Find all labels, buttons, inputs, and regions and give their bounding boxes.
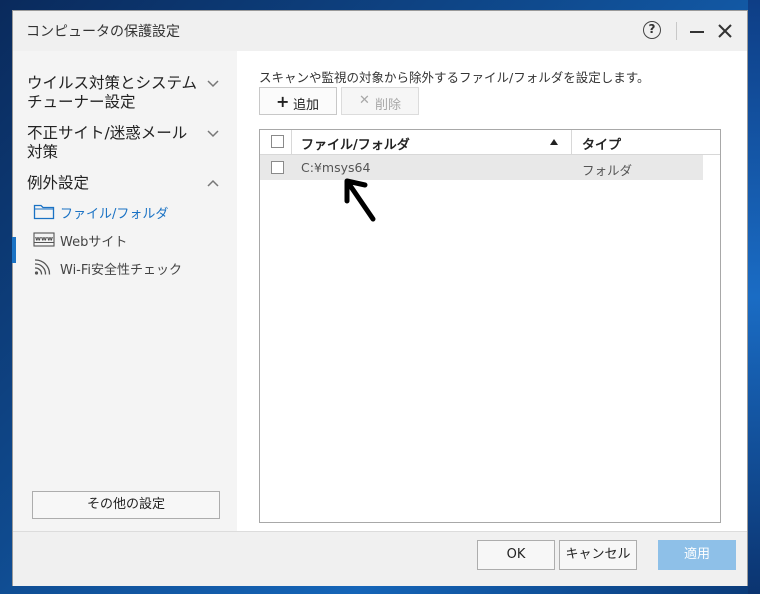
wifi-icon xyxy=(34,259,51,275)
desktop-background xyxy=(748,0,760,594)
window-title: コンピュータの保護設定 xyxy=(26,24,180,40)
table-row[interactable]: C:¥msys64 フォルダ xyxy=(260,155,703,180)
delete-x-icon: ✕ xyxy=(359,93,370,108)
sidebar-group-label: 対策 xyxy=(27,143,59,161)
column-divider xyxy=(571,130,572,154)
title-bar-divider xyxy=(676,22,677,40)
svg-text:www: www xyxy=(35,235,53,243)
minimize-button[interactable] xyxy=(690,31,704,33)
annotation-arrow-icon xyxy=(344,178,376,222)
close-icon[interactable] xyxy=(716,22,734,40)
title-bar: コンピュータの保護設定 ? xyxy=(13,11,747,52)
add-button[interactable]: + 追加 xyxy=(259,87,337,115)
select-all-checkbox[interactable] xyxy=(271,135,284,148)
row-checkbox[interactable] xyxy=(271,161,284,174)
table-header: ファイル/フォルダ タイプ xyxy=(260,130,720,155)
column-header-path[interactable]: ファイル/フォルダ xyxy=(301,134,410,153)
folder-icon xyxy=(33,204,55,220)
apply-button[interactable]: 適用 xyxy=(658,540,736,570)
add-button-label: 追加 xyxy=(293,98,320,113)
www-icon: www xyxy=(33,232,55,247)
delete-button[interactable]: ✕ 削除 xyxy=(341,87,419,115)
sidebar-group-label: 不正サイト/迷惑メール xyxy=(27,124,188,142)
sidebar: ウイルス対策とシステム チューナー設定 不正サイト/迷惑メール 対策 例外設定 … xyxy=(12,51,238,531)
chevron-down-icon[interactable] xyxy=(207,80,219,88)
sidebar-group-label: ウイルス対策とシステム xyxy=(27,74,198,92)
sidebar-item-label: Wi-Fi安全性チェック xyxy=(60,263,183,278)
sidebar-group-label: チューナー設定 xyxy=(27,93,136,111)
active-item-indicator xyxy=(12,237,16,263)
protection-settings-dialog: コンピュータの保護設定 ? ウイルス対策とシステム チューナー設定 不正サイト/… xyxy=(12,10,748,586)
main-panel: スキャンや監視の対象から除外するファイル/フォルダを設定します。 + 追加 ✕ … xyxy=(237,51,747,531)
ok-button[interactable]: OK xyxy=(477,540,555,570)
dialog-footer: OK キャンセル 適用 xyxy=(13,531,747,586)
other-settings-button[interactable]: その他の設定 xyxy=(32,491,220,519)
delete-button-label: 削除 xyxy=(375,98,402,113)
sort-ascending-icon xyxy=(550,139,558,145)
description-text: スキャンや監視の対象から除外するファイル/フォルダを設定します。 xyxy=(259,70,650,85)
sidebar-item-label: Webサイト xyxy=(60,235,128,250)
column-divider xyxy=(291,130,292,154)
exclusion-table: ファイル/フォルダ タイプ C:¥msys64 フォルダ xyxy=(259,129,721,523)
help-icon[interactable]: ? xyxy=(643,21,661,39)
sidebar-group-web-mail[interactable]: 不正サイト/迷惑メール 対策 xyxy=(27,124,187,162)
sidebar-group-antivirus[interactable]: ウイルス対策とシステム チューナー設定 xyxy=(27,74,197,112)
chevron-down-icon[interactable] xyxy=(207,130,219,138)
sidebar-group-exceptions[interactable]: 例外設定 xyxy=(27,174,89,193)
plus-icon: + xyxy=(276,92,290,111)
sidebar-item-label: ファイル/フォルダ xyxy=(60,207,169,222)
row-type: フォルダ xyxy=(582,163,633,178)
cancel-button[interactable]: キャンセル xyxy=(559,540,637,570)
sidebar-group-label: 例外設定 xyxy=(27,174,90,192)
column-header-type[interactable]: タイプ xyxy=(582,134,621,153)
chevron-up-icon[interactable] xyxy=(207,179,219,187)
row-path: C:¥msys64 xyxy=(301,160,371,175)
